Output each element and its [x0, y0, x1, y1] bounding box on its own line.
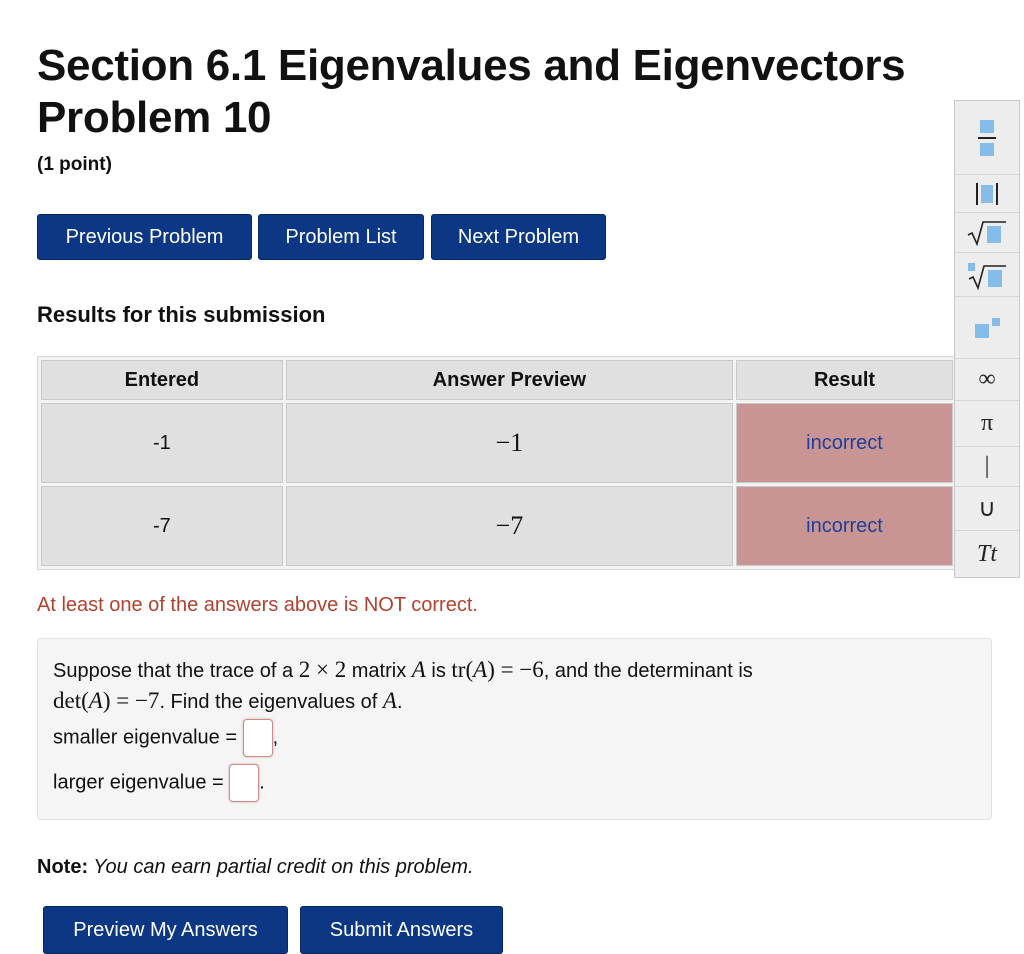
problem-page: Section 6.1 Eigenvalues and Eigenvectors… [0, 0, 1024, 954]
absolute-value-icon[interactable] [955, 175, 1019, 213]
problem-line-2: det(A) = −7. Find the eigenvalues of A. [53, 688, 403, 714]
problem-text: matrix [346, 660, 412, 682]
column-header-preview: Answer Preview [285, 360, 733, 400]
page-title: Section 6.1 Eigenvalues and Eigenvectors… [37, 40, 906, 144]
column-header-result: Result [736, 360, 953, 400]
infinity-icon[interactable]: ∞ [955, 359, 1019, 401]
submit-answers-button[interactable]: Submit Answers [300, 906, 503, 954]
math-variable: A [88, 688, 103, 713]
problem-text: is [425, 660, 452, 682]
previous-problem-button[interactable]: Previous Problem [37, 214, 252, 260]
problem-line-1: Suppose that the trace of a 2 × 2 matrix… [53, 657, 753, 683]
smaller-eigenvalue-row: smaller eigenvalue = , [53, 719, 278, 757]
problem-text: . [396, 691, 403, 713]
result-cell: incorrect [736, 403, 953, 483]
preview-answers-button[interactable]: Preview My Answers [43, 906, 288, 954]
feedback-message: At least one of the answers above is NOT… [37, 594, 478, 616]
separator-period: . [259, 771, 265, 794]
text-mode-icon[interactable]: Tt [955, 531, 1019, 577]
larger-eigenvalue-input[interactable] [229, 764, 260, 802]
nth-root-icon[interactable] [955, 253, 1019, 297]
separator-comma: , [272, 726, 279, 749]
smaller-eigenvalue-label: smaller eigenvalue = [53, 726, 243, 749]
math-trace: tr( [451, 657, 474, 682]
partial-credit-note: Note: You can earn partial credit on thi… [37, 856, 474, 879]
note-label: Note: [37, 856, 89, 878]
results-header-row: Entered Answer Preview Result [41, 360, 953, 400]
results-table: Entered Answer Preview Result -1 −1 inco… [37, 356, 957, 570]
math-trace-value: ) = −6 [487, 657, 544, 682]
math-variable: A [382, 688, 397, 713]
results-heading: Results for this submission [37, 302, 326, 327]
smaller-eigenvalue-input[interactable] [242, 719, 273, 757]
math-determinant-value: ) = −7 [102, 688, 160, 713]
title-line-2: Problem 10 [37, 93, 272, 142]
math-dimension: 2 × 2 [298, 657, 347, 682]
preview-cell: −1 [285, 403, 733, 483]
larger-eigenvalue-row: larger eigenvalue = . [53, 764, 265, 802]
points-label: (1 point) [37, 154, 112, 175]
title-line-1: Section 6.1 Eigenvalues and Eigenvectors [37, 41, 906, 90]
note-text: You can earn partial credit on this prob… [88, 856, 474, 878]
math-variable: A [473, 657, 488, 682]
problem-text: . Find the eigenvalues of [159, 691, 383, 713]
fraction-icon[interactable] [955, 101, 1019, 175]
larger-eigenvalue-label: larger eigenvalue = [53, 771, 230, 794]
entered-cell: -7 [41, 486, 283, 566]
table-row: -1 −1 incorrect [41, 403, 953, 483]
problem-list-button[interactable]: Problem List [258, 214, 424, 260]
union-icon[interactable]: ∪ [955, 487, 1019, 531]
table-row: -7 −7 incorrect [41, 486, 953, 566]
problem-text: Suppose that the trace of a [53, 660, 299, 682]
result-cell: incorrect [736, 486, 953, 566]
entered-cell: -1 [41, 403, 283, 483]
math-toolbar: ∞ π | ∪ Tt [954, 100, 1020, 578]
problem-text: , and the determinant is [543, 660, 753, 682]
problem-statement: Suppose that the trace of a 2 × 2 matrix… [37, 638, 992, 820]
math-determinant: det( [53, 688, 89, 713]
preview-cell: −7 [285, 486, 733, 566]
exponent-icon[interactable] [955, 297, 1019, 359]
square-root-icon[interactable] [955, 213, 1019, 253]
vertical-bar-icon[interactable]: | [955, 447, 1019, 487]
math-variable: A [411, 657, 426, 682]
column-header-entered: Entered [41, 360, 283, 400]
pi-icon[interactable]: π [955, 401, 1019, 447]
next-problem-button[interactable]: Next Problem [431, 214, 606, 260]
